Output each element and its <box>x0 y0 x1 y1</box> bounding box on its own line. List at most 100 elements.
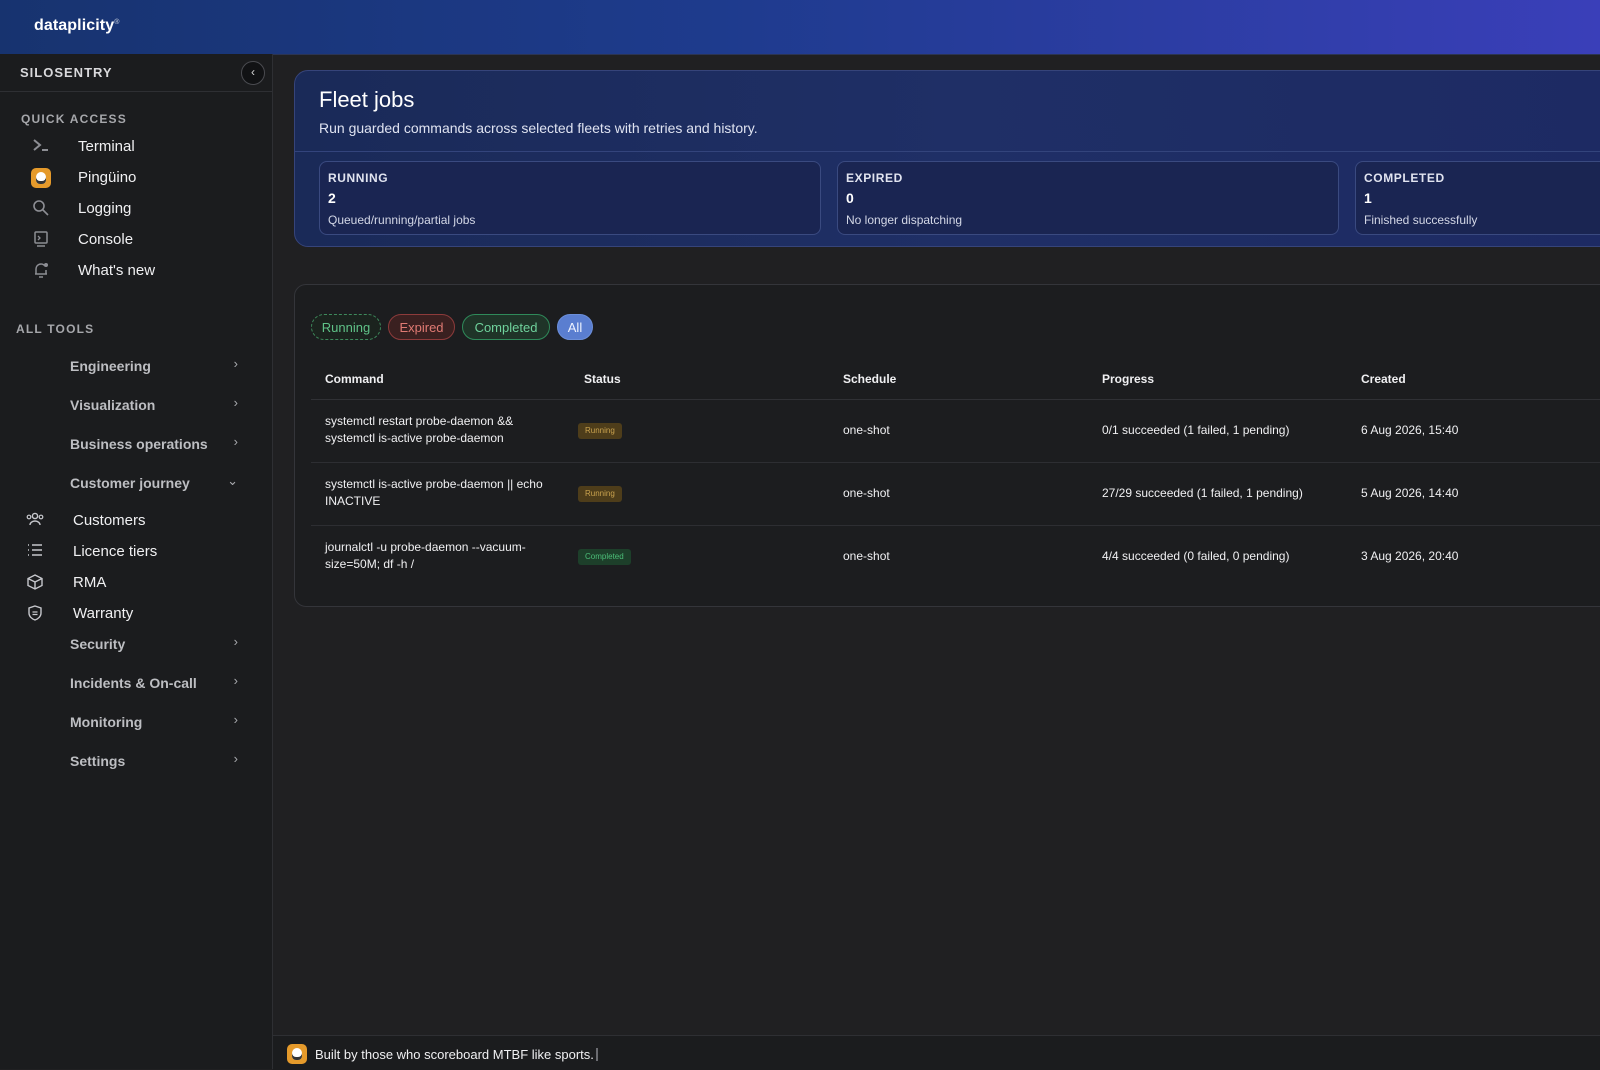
sidebar: SILOSENTRY ‹ QUICK ACCESS Terminal Pingü… <box>0 54 273 1069</box>
sidebar-item-warranty[interactable]: Warranty <box>24 602 254 626</box>
footer-bar: Built by those who scoreboard MTBF like … <box>273 1035 1600 1070</box>
created-cell: 3 Aug 2026, 20:40 <box>1361 549 1459 563</box>
quick-access-label: Terminal <box>78 138 135 155</box>
penguin-icon <box>287 1044 307 1064</box>
shield-icon <box>24 604 46 624</box>
stat-label: RUNNING <box>328 171 389 185</box>
quick-access-label: QUICK ACCESS <box>21 112 127 126</box>
users-icon <box>24 511 46 531</box>
sidebar-item-label: Warranty <box>73 605 134 622</box>
all-tools-label: ALL TOOLS <box>16 322 95 336</box>
table-header: Command Status Schedule Progress Created <box>311 359 1600 400</box>
created-cell: 5 Aug 2026, 14:40 <box>1361 486 1459 500</box>
footer-tagline: Built by those who scoreboard MTBF like … <box>315 1047 598 1062</box>
filter-completed[interactable]: Completed <box>462 314 550 340</box>
logo-mark: ® <box>114 18 120 26</box>
column-created[interactable]: Created <box>1361 372 1406 386</box>
box-icon <box>24 573 46 593</box>
tool-incidents-on-call[interactable]: Incidents & On-call › <box>70 672 240 694</box>
chevron-left-icon[interactable]: ‹ <box>241 61 265 85</box>
schedule-cell: one-shot <box>843 486 890 500</box>
table-row[interactable]: systemctl is-active probe-daemon || echo… <box>311 463 1600 526</box>
quick-access-label: Logging <box>78 200 132 217</box>
org-name: SILOSENTRY <box>20 65 113 80</box>
filter-expired[interactable]: Expired <box>388 314 455 340</box>
schedule-cell: one-shot <box>843 549 890 563</box>
tool-label: Engineering <box>70 358 151 374</box>
chevron-down-icon: ⌄ <box>227 473 238 488</box>
quick-access-terminal[interactable]: Terminal <box>26 135 256 159</box>
quick-access-whats-new[interactable]: What's new <box>26 259 256 283</box>
progress-cell: 0/1 succeeded (1 failed, 1 pending) <box>1102 423 1290 437</box>
tool-settings[interactable]: Settings › <box>70 750 240 772</box>
search-icon <box>30 199 52 219</box>
column-status[interactable]: Status <box>584 372 621 386</box>
schedule-cell: one-shot <box>843 423 890 437</box>
tool-business-operations[interactable]: Business operations › <box>70 433 240 455</box>
quick-access-pinguino[interactable]: Pingüino <box>26 166 256 190</box>
tool-label: Monitoring <box>70 714 143 730</box>
tool-engineering[interactable]: Engineering › <box>70 355 240 377</box>
tool-label: Visualization <box>70 397 156 413</box>
quick-access-label: Console <box>78 231 134 248</box>
tool-monitoring[interactable]: Monitoring › <box>70 711 240 733</box>
stat-completed: COMPLETED 1 Finished successfully <box>1355 161 1600 235</box>
sidebar-item-label: Customers <box>73 512 146 529</box>
command-cell: journalctl -u probe-daemon --vacuum-size… <box>325 540 526 571</box>
quick-access-label: What's new <box>78 262 156 279</box>
status-badge: Running <box>578 423 622 439</box>
stat-value: 2 <box>328 190 336 206</box>
sidebar-item-customers[interactable]: Customers <box>24 509 254 533</box>
chevron-right-icon: › <box>233 751 238 766</box>
chevron-right-icon: › <box>233 673 238 688</box>
progress-cell: 27/29 succeeded (1 failed, 1 pending) <box>1102 486 1303 500</box>
stat-running: RUNNING 2 Queued/running/partial jobs <box>319 161 821 235</box>
command-cell: systemctl restart probe-daemon && system… <box>325 414 514 445</box>
stat-value: 0 <box>846 190 854 206</box>
sidebar-item-label: Licence tiers <box>73 543 158 560</box>
tool-visualization[interactable]: Visualization › <box>70 394 240 416</box>
column-schedule[interactable]: Schedule <box>843 372 896 386</box>
top-bar: dataplicity® <box>0 0 1600 55</box>
monitor-icon <box>30 230 52 250</box>
table-row[interactable]: systemctl restart probe-daemon && system… <box>311 400 1600 463</box>
quick-access-label: Pingüino <box>78 169 137 186</box>
filter-all[interactable]: All <box>557 314 593 340</box>
tool-customer-journey[interactable]: Customer journey ⌄ <box>70 472 240 494</box>
divider <box>295 151 1600 152</box>
jobs-panel: Running Expired Completed All Command St… <box>294 284 1600 607</box>
sidebar-item-licence-tiers[interactable]: Licence tiers <box>24 540 254 564</box>
list-icon <box>24 542 46 562</box>
fleet-jobs-header: Fleet jobs Run guarded commands across s… <box>294 70 1600 247</box>
sidebar-item-rma[interactable]: RMA <box>24 571 254 595</box>
text-caret <box>595 1048 598 1061</box>
tool-security[interactable]: Security › <box>70 633 240 655</box>
chevron-right-icon: › <box>233 434 238 449</box>
tool-label: Security <box>70 636 126 652</box>
stat-value: 1 <box>1364 190 1372 206</box>
column-command[interactable]: Command <box>325 372 384 386</box>
chevron-right-icon: › <box>233 634 238 649</box>
chevron-right-icon: › <box>233 356 238 371</box>
chevron-right-icon: › <box>233 395 238 410</box>
tool-label: Settings <box>70 753 126 769</box>
page-subtitle: Run guarded commands across selected fle… <box>319 120 758 136</box>
org-row: SILOSENTRY ‹ <box>0 54 272 92</box>
stat-desc: Queued/running/partial jobs <box>328 213 476 227</box>
app-logo[interactable]: dataplicity® <box>34 17 120 35</box>
table-row[interactable]: journalctl -u probe-daemon --vacuum-size… <box>311 526 1600 588</box>
created-cell: 6 Aug 2026, 15:40 <box>1361 423 1459 437</box>
stat-label: EXPIRED <box>846 171 903 185</box>
filter-running[interactable]: Running <box>311 314 381 340</box>
quick-access-console[interactable]: Console <box>26 228 256 252</box>
stat-desc: Finished successfully <box>1364 213 1478 227</box>
sidebar-item-label: RMA <box>73 574 107 591</box>
command-cell: systemctl is-active probe-daemon || echo… <box>325 477 543 508</box>
page-title: Fleet jobs <box>319 87 415 112</box>
column-progress[interactable]: Progress <box>1102 372 1154 386</box>
stat-expired: EXPIRED 0 No longer dispatching <box>837 161 1339 235</box>
penguin-icon <box>30 168 52 188</box>
status-badge: Completed <box>578 549 631 565</box>
quick-access-logging[interactable]: Logging <box>26 197 256 221</box>
stat-label: COMPLETED <box>1364 171 1445 185</box>
